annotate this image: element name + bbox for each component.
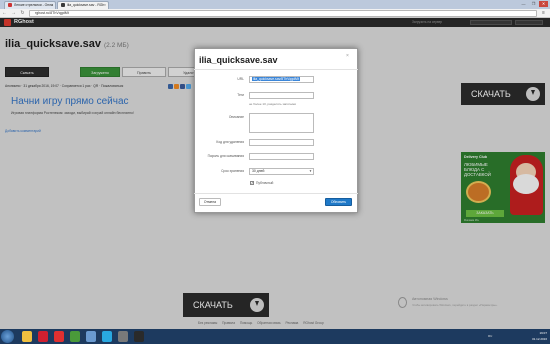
browser-menu-icon[interactable]: ≡ — [540, 10, 547, 17]
description-field[interactable] — [249, 113, 314, 133]
start-button[interactable] — [1, 330, 14, 343]
close-tab-icon[interactable]: × — [51, 2, 53, 9]
public-checkbox[interactable]: ✓ — [250, 181, 254, 185]
dialog-divider — [194, 69, 358, 70]
tags-field[interactable] — [249, 92, 314, 99]
opera-icon[interactable] — [38, 331, 48, 342]
skype-icon[interactable] — [102, 331, 112, 342]
page-favicon-icon — [8, 3, 12, 8]
lifetime-select[interactable]: 30 дней — [249, 168, 314, 175]
lifetime-label: Срок хранения — [221, 169, 244, 173]
chrome-icon[interactable] — [70, 331, 80, 342]
tab-games[interactable]: Легкие стрелялки - Онла × — [4, 1, 56, 9]
close-window-button[interactable]: ✕ — [539, 1, 548, 7]
tags-label: Теги — [237, 93, 244, 97]
forward-arrow-icon[interactable]: → — [10, 10, 17, 17]
cancel-button[interactable]: Отмена — [199, 198, 221, 206]
tab-file[interactable]: ilia_quicksave.sav - RGh × — [57, 1, 109, 9]
app-icon[interactable] — [134, 331, 144, 342]
dialog-divider — [194, 193, 358, 194]
taskbar-clock[interactable]: 19:07 31.12.2016 — [523, 330, 547, 342]
paint-icon[interactable] — [86, 331, 96, 342]
close-tab-icon[interactable]: × — [104, 2, 106, 9]
minimize-button[interactable]: — — [519, 1, 528, 7]
dialog-title: ilia_quicksave.sav — [199, 55, 278, 65]
windows-taskbar — [0, 329, 550, 344]
rghost-favicon-icon — [61, 3, 65, 8]
url-field[interactable]: ilia_quicksave.sav/8ThVqgdMt — [249, 76, 314, 83]
language-indicator[interactable]: RU — [488, 331, 492, 342]
view-password-field[interactable] — [249, 153, 314, 160]
url-label: URL — [237, 77, 244, 81]
game-icon[interactable] — [118, 331, 128, 342]
description-label: Описание — [228, 115, 244, 119]
reload-icon[interactable]: ↻ — [19, 10, 26, 17]
chevron-down-icon: ▼ — [309, 169, 312, 173]
public-label[interactable]: Публичный — [256, 181, 273, 185]
back-arrow-icon[interactable]: ← — [1, 10, 8, 17]
address-bar[interactable]: rghost.ru/8ThVqgdMt — [29, 10, 537, 17]
delete-code-field[interactable] — [249, 139, 314, 146]
close-icon[interactable]: × — [346, 53, 349, 59]
url-value: ilia_quicksave.sav/8ThVqgdMt — [252, 77, 300, 81]
yandex-icon[interactable] — [54, 331, 64, 342]
save-button[interactable]: Обновить — [325, 198, 352, 206]
tags-hint: не более 10, разделять запятыми — [249, 102, 297, 106]
explorer-icon[interactable] — [22, 331, 32, 342]
view-password-label: Пароль для скачивания — [207, 154, 244, 158]
clock-date: 31.12.2016 — [531, 337, 547, 341]
delete-code-label: Код для удаления — [216, 140, 244, 144]
maximize-button[interactable]: ❐ — [529, 1, 538, 7]
